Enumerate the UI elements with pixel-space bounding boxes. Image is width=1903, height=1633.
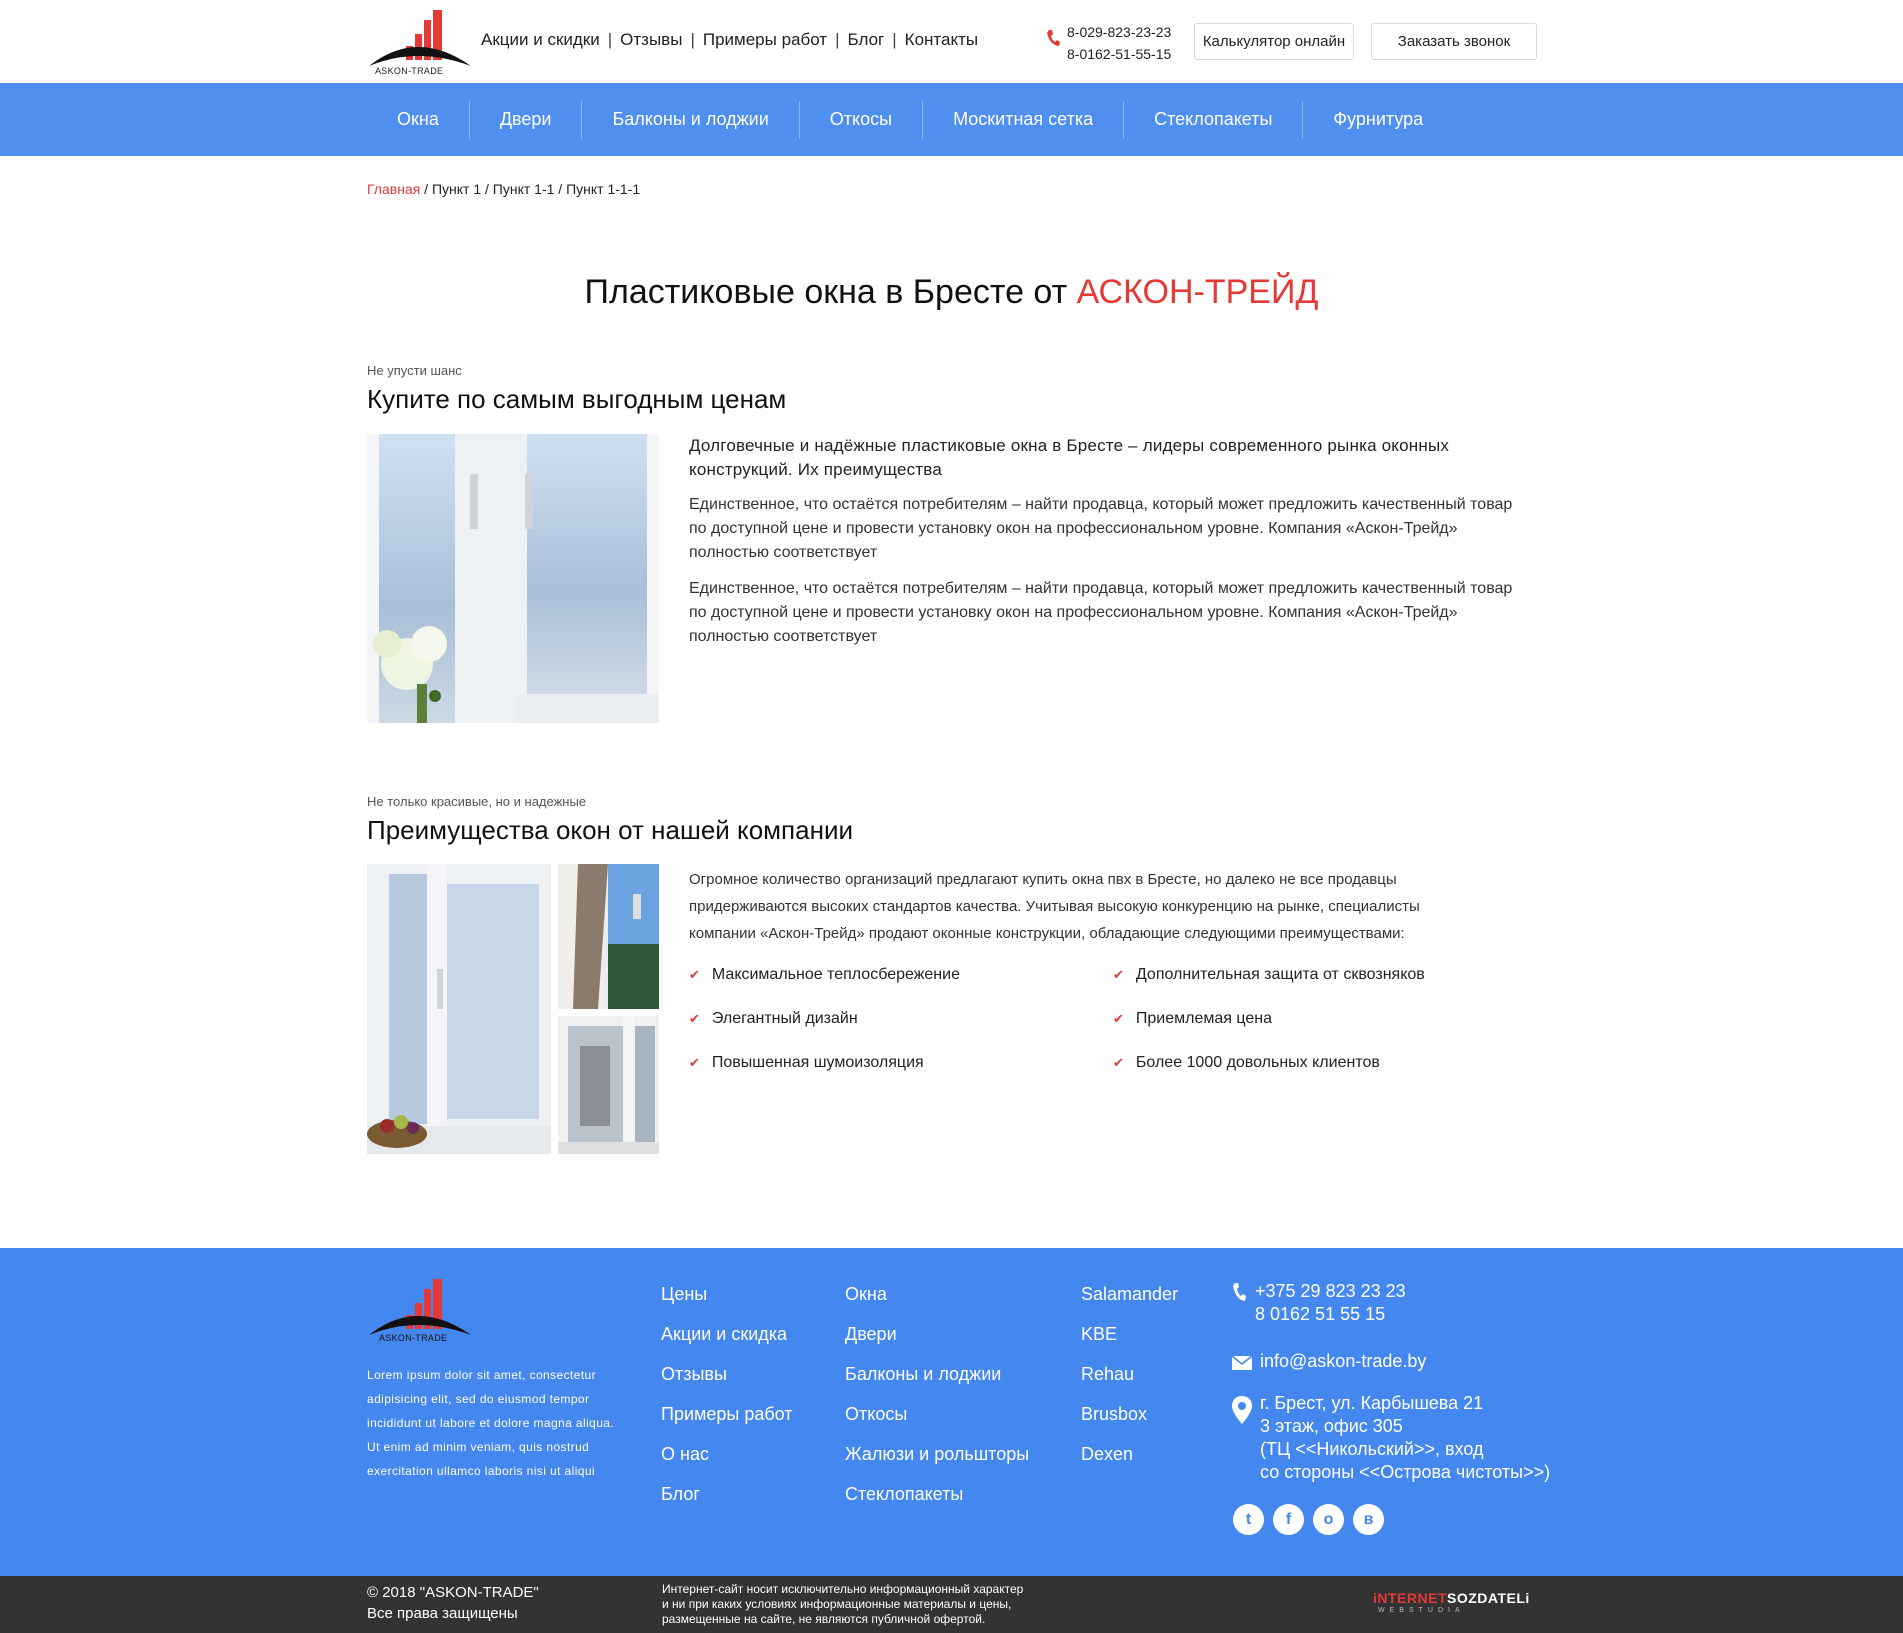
breadcrumb-rest: / Пункт 1 / Пункт 1-1 / Пункт 1-1-1 (420, 181, 641, 197)
copyright: © 2018 "ASKON-TRADE" Все права защищены (367, 1584, 539, 1622)
footer-col-brands: Salamander KBE Rehau Brusbox Dexen (1081, 1284, 1178, 1484)
section1-lead: Долговечные и надёжные пластиковые окна … (689, 436, 1450, 479)
advantage-item: ✔ Более 1000 довольных клиентов (1113, 1054, 1380, 1071)
odnoklassniki-icon[interactable]: о (1313, 1504, 1344, 1535)
advantage-item: ✔ Максимальное теплосбережение (689, 966, 960, 983)
footer-logo-text: ASKON-TRADE (379, 1333, 448, 1343)
footer-link[interactable]: Dexen (1081, 1444, 1178, 1484)
section1-paragraph-1: Единственное, что остаётся потребителям … (689, 496, 1513, 561)
advantage-item: ✔ Повышенная шумоизоляция (689, 1054, 924, 1071)
footer-link[interactable]: Стеклопакеты (845, 1484, 1029, 1524)
footer-col-products: Окна Двери Балконы и лоджии Откосы Жалюз… (845, 1284, 1029, 1524)
disclaimer: Интернет-сайт носит исключительно информ… (662, 1582, 1024, 1626)
footer-link[interactable]: Акции и скидка (661, 1324, 793, 1364)
top-link-blog[interactable]: Блог (848, 30, 885, 50)
checkmark-icon: ✔ (689, 967, 700, 982)
advantage-item: ✔ Приемлемая цена (1113, 1010, 1272, 1027)
footer-logo[interactable]: ASKON-TRADE (367, 1277, 473, 1350)
footer-address: г. Брест, ул. Карбышева 21 3 этаж, офис … (1260, 1393, 1551, 1482)
section2-title: Преимущества окон от нашей компании (367, 815, 853, 845)
footer-link[interactable]: KBE (1081, 1324, 1178, 1364)
nav-item-glass-units[interactable]: Стеклопакеты (1124, 100, 1304, 139)
top-link-contacts[interactable]: Контакты (905, 30, 978, 50)
phone-1[interactable]: 8-029-823-23-23 (1067, 21, 1171, 43)
window-tilt-photo (558, 1016, 659, 1154)
footer-phone-1[interactable]: +375 29 823 23 23 (1255, 1280, 1406, 1303)
nav-item-windows[interactable]: Окна (367, 100, 470, 139)
footer-col-info: Цены Акции и скидка Отзывы Примеры работ… (661, 1284, 793, 1524)
page-title: Пластиковые окна в Бресте от АСКОН-ТРЕЙД (0, 273, 1903, 312)
footer-link[interactable]: Rehau (1081, 1364, 1178, 1404)
checkmark-icon: ✔ (689, 1011, 700, 1026)
footer-link[interactable]: Salamander (1081, 1284, 1178, 1324)
main-nav: Окна Двери Балконы и лоджии Откосы Моски… (0, 83, 1903, 156)
footer-phones: +375 29 823 23 23 8 0162 51 55 15 (1255, 1280, 1406, 1326)
top-link-reviews[interactable]: Отзывы (620, 30, 682, 50)
footer-link[interactable]: Балконы и лоджии (845, 1364, 1029, 1404)
footer-link[interactable]: Окна (845, 1284, 1029, 1324)
twitter-icon[interactable]: t (1233, 1504, 1264, 1535)
page-title-text: Пластиковые окна в Бресте от (584, 273, 1077, 311)
window-fruit-photo (367, 864, 551, 1154)
nav-item-doors[interactable]: Двери (470, 100, 583, 139)
callback-button[interactable]: Заказать звонок (1371, 23, 1537, 60)
top-link-works[interactable]: Примеры работ (703, 30, 827, 50)
top-links: Акции и скидки | Отзывы | Примеры работ | Б… (481, 30, 979, 50)
footer-about: Lorem ipsum dolor sit amet, consectetur … (367, 1368, 615, 1478)
checkmark-icon: ✔ (1113, 1055, 1124, 1070)
checkmark-icon: ✔ (1113, 1011, 1124, 1026)
section1-kicker: Не упусти шанс (367, 363, 462, 378)
checkmark-icon: ✔ (689, 1055, 700, 1070)
breadcrumb-home[interactable]: Главная (367, 181, 420, 197)
nav-item-hardware[interactable]: Фурнитура (1303, 101, 1453, 139)
footer-link[interactable]: Примеры работ (661, 1404, 793, 1444)
header-phones: 8-029-823-23-23 8-0162-51-55-15 (1067, 21, 1171, 65)
top-link-promo[interactable]: Акции и скидки (481, 30, 600, 50)
facebook-icon[interactable]: f (1273, 1504, 1304, 1535)
phone-2[interactable]: 8-0162-51-55-15 (1067, 43, 1171, 65)
footer-link[interactable]: Блог (661, 1484, 793, 1524)
phone-icon (1047, 30, 1060, 46)
calculator-button[interactable]: Калькулятор онлайн (1194, 23, 1354, 60)
logo-text: ASKON-TRADE (375, 66, 444, 76)
studio-subtitle: WEBSTUDIA (1378, 1607, 1465, 1614)
nav-item-slopes[interactable]: Откосы (800, 100, 924, 139)
footer-link[interactable]: Жалюзи и рольшторы (845, 1444, 1029, 1484)
footer-link[interactable]: Двери (845, 1324, 1029, 1364)
section1-title: Купите по самым выгодным ценам (367, 384, 787, 414)
footer-email[interactable]: info@askon-trade.by (1260, 1350, 1426, 1373)
vk-icon[interactable]: в (1353, 1504, 1384, 1535)
breadcrumb: Главная / Пункт 1 / Пункт 1-1 / Пункт 1-… (367, 181, 640, 197)
nav-item-balconies[interactable]: Балконы и лоджии (582, 100, 800, 139)
section1-paragraph-2: Единственное, что остаётся потребителям … (689, 580, 1513, 645)
section2-kicker: Не только красивые, но и надежные (367, 794, 587, 809)
mail-icon (1232, 1356, 1252, 1370)
phone-icon (1233, 1283, 1246, 1301)
logo[interactable]: ASKON-TRADE (367, 8, 473, 76)
footer-link[interactable]: Отзывы (661, 1364, 793, 1404)
footer-link[interactable]: Откосы (845, 1404, 1029, 1444)
nav-item-mosquito-net[interactable]: Москитная сетка (923, 100, 1125, 139)
section2-text: Огромное количество организаций предлага… (689, 871, 1420, 942)
advantage-item: ✔ Дополнительная защита от сквозняков (1113, 966, 1425, 983)
footer-phone-2[interactable]: 8 0162 51 55 15 (1255, 1303, 1406, 1326)
checkmark-icon: ✔ (1113, 967, 1124, 982)
window-flowers-photo (367, 434, 659, 723)
advantage-item: ✔ Элегантный дизайн (689, 1010, 858, 1027)
footer-link[interactable]: Brusbox (1081, 1404, 1178, 1444)
location-pin-icon (1232, 1396, 1252, 1424)
footer-link[interactable]: Цены (661, 1284, 793, 1324)
studio-logo[interactable]: iNTERNETSOZDATELi (1373, 1590, 1530, 1606)
page-title-accent: АСКОН-ТРЕЙД (1076, 273, 1319, 311)
footer-link[interactable]: О нас (661, 1444, 793, 1484)
window-open-photo (558, 864, 659, 1009)
